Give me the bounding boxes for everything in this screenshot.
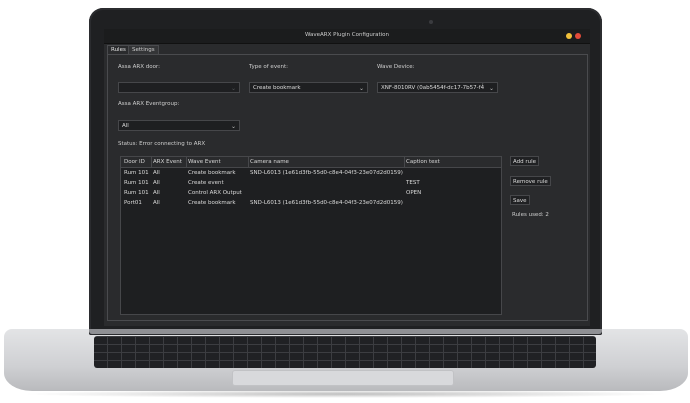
event-type-value: Create bookmark — [253, 85, 301, 91]
wave-device-label: Wave Device: — [377, 64, 415, 70]
wave-device-select[interactable]: XNF-8010RV (0ab5454f-dc17-7b57-f4́ ⌄ — [377, 82, 498, 93]
cell-wave-event: Control ARX Output — [188, 190, 242, 196]
column-header-caption-text[interactable]: Caption text — [406, 157, 440, 167]
table-header: Door ID ARX Event Wave Event Camera name… — [121, 157, 501, 168]
eventgroup-label: Assa ARX Eventgroup: — [118, 101, 180, 107]
table-row[interactable]: Port01 All Create bookmark SND-L6013 (1e… — [121, 198, 501, 208]
event-type-label: Type of event: — [249, 64, 288, 70]
status-text: Status: Error connecting to ARX — [118, 141, 206, 147]
cell-door-id: Port01 — [124, 200, 142, 206]
cell-caption-text: TEST — [406, 180, 420, 186]
column-header-door-id[interactable]: Door ID — [124, 157, 145, 167]
minimize-button[interactable] — [566, 33, 572, 39]
cell-door-id: Rum 101 — [124, 180, 149, 186]
door-label: Assa ARX door: — [118, 64, 160, 70]
cell-wave-event: Create bookmark — [188, 200, 236, 206]
column-divider[interactable] — [151, 157, 152, 167]
chevron-down-icon: ⌄ — [230, 85, 236, 92]
cell-arx-event: All — [153, 170, 160, 176]
camera-icon — [429, 20, 433, 24]
column-divider[interactable] — [404, 157, 405, 167]
laptop-shadow — [20, 390, 670, 398]
remove-rule-button[interactable]: Remove rule — [510, 176, 551, 186]
column-divider[interactable] — [186, 157, 187, 167]
cell-wave-event: Create event — [188, 180, 224, 186]
cell-camera-name: SND-L6013 (1e61d3fb-55d0-c8e4-04f3-23e07… — [250, 200, 403, 206]
rules-table[interactable]: Door ID ARX Event Wave Event Camera name… — [120, 156, 502, 315]
table-row[interactable]: Rum 101 All Control ARX Output OPEN — [121, 188, 501, 198]
cell-arx-event: All — [153, 190, 160, 196]
cell-camera-name: SND-L6013 (1e61d3fb-55d0-c8e4-04f3-23e07… — [250, 170, 403, 176]
rules-used-label: Rules used: 2 — [512, 212, 549, 218]
door-select[interactable]: ⌄ — [118, 82, 240, 93]
close-button[interactable] — [575, 33, 581, 39]
event-type-select[interactable]: Create bookmark ⌄ — [249, 82, 368, 93]
column-divider[interactable] — [248, 157, 249, 167]
cell-arx-event: All — [153, 200, 160, 206]
chevron-down-icon: ⌄ — [230, 123, 236, 130]
eventgroup-value: All — [122, 123, 129, 129]
cell-door-id: Rum 101 — [124, 190, 149, 196]
table-row[interactable]: Rum 101 All Create bookmark SND-L6013 (1… — [121, 168, 501, 178]
add-rule-button[interactable]: Add rule — [510, 156, 540, 166]
laptop-keyboard — [94, 336, 596, 368]
cell-door-id: Rum 101 — [124, 170, 149, 176]
cell-wave-event: Create bookmark — [188, 170, 236, 176]
table-row[interactable]: Rum 101 All Create event TEST — [121, 178, 501, 188]
chevron-down-icon: ⌄ — [358, 85, 364, 92]
title-bar: WaveARX Plugin Configuration — [104, 29, 590, 44]
eventgroup-select[interactable]: All ⌄ — [118, 120, 240, 131]
column-header-wave-event[interactable]: Wave Event — [188, 157, 221, 167]
laptop-hinge — [89, 329, 602, 334]
cell-arx-event: All — [153, 180, 160, 186]
column-header-camera-name[interactable]: Camera name — [250, 157, 289, 167]
app-window: WaveARX Plugin Configuration Rules Setti… — [104, 29, 590, 326]
window-title: WaveARX Plugin Configuration — [304, 32, 390, 38]
save-button[interactable]: Save — [510, 195, 530, 205]
cell-caption-text: OPEN — [406, 190, 422, 196]
laptop-trackpad — [232, 370, 454, 386]
chevron-down-icon: ⌄ — [487, 83, 494, 92]
column-header-arx-event[interactable]: ARX Event — [153, 157, 182, 167]
wave-device-value: XNF-8010RV (0ab5454f-dc17-7b57-f4́ — [381, 85, 485, 91]
